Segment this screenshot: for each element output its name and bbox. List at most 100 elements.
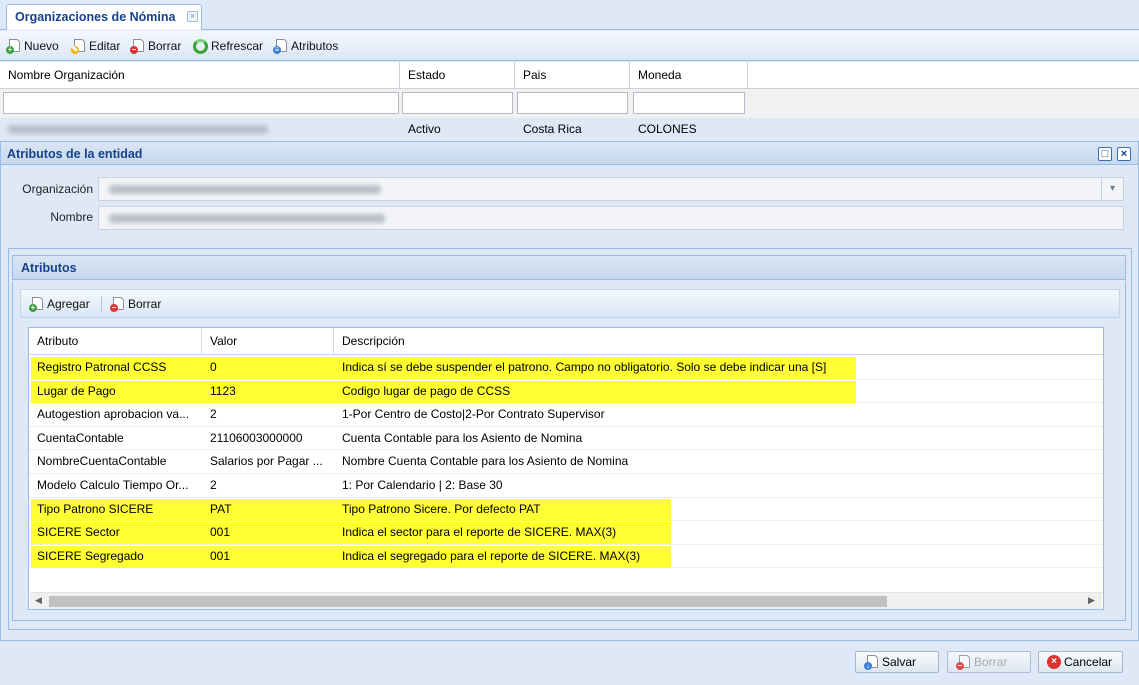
filter-nombre-input[interactable] bbox=[3, 92, 399, 114]
filter-estado-input[interactable] bbox=[402, 92, 513, 114]
cell-descripcion: Tipo Patrono Sicere. Por defecto PAT bbox=[342, 501, 541, 516]
salvar-button[interactable]: ↓ Salvar bbox=[855, 651, 939, 673]
cell-valor: 1123 bbox=[210, 383, 236, 398]
filter-pais-input[interactable] bbox=[517, 92, 628, 114]
cell-atributo: SICERE Sector bbox=[37, 525, 120, 540]
row-estado: Activo bbox=[408, 122, 441, 136]
editar-label: Editar bbox=[89, 39, 121, 53]
borrar-label: Borrar bbox=[148, 39, 182, 53]
tab-organizaciones[interactable]: Organizaciones de Nómina × bbox=[6, 4, 202, 30]
organizacion-label: Organización bbox=[22, 182, 93, 196]
cell-valor: 001 bbox=[210, 525, 231, 540]
horizontal-scrollbar[interactable]: ◀ ▶ bbox=[30, 592, 1102, 609]
nombre-field[interactable] bbox=[98, 206, 1124, 230]
cancelar-button[interactable]: × Cancelar bbox=[1038, 651, 1123, 673]
column-header-moneda[interactable]: Moneda bbox=[630, 62, 748, 89]
table-row[interactable]: Tipo Patrono SICERE PAT Tipo Patrono Sicer… bbox=[29, 498, 1103, 522]
borrar-footer-button[interactable]: – Borrar bbox=[947, 651, 1031, 673]
delete-doc-icon: – bbox=[110, 296, 125, 312]
new-doc-icon: + bbox=[6, 38, 21, 54]
nombre-label: Nombre bbox=[50, 210, 93, 224]
atributos-label: Atributos bbox=[291, 39, 339, 53]
borrar-button[interactable]: – Borrar bbox=[130, 37, 181, 55]
cell-descripcion: Nombre Cuenta Contable para los Asiento … bbox=[342, 454, 629, 469]
table-row[interactable]: Registro Patronal CCSS 0 Indica sí se debe… bbox=[29, 356, 1103, 380]
atributos-button[interactable]: ≡ Atributos bbox=[273, 37, 338, 55]
column-header-descripcion[interactable]: Descripción bbox=[334, 328, 1103, 355]
cell-atributo: SICERE Segregado bbox=[37, 548, 144, 563]
cell-valor: PAT bbox=[210, 501, 232, 516]
organizacion-select[interactable]: ▾ bbox=[98, 177, 1124, 201]
delete-doc-icon: – bbox=[130, 38, 145, 54]
attributes-icon: ≡ bbox=[273, 38, 288, 54]
table-row[interactable]: Modelo Calculo Tiempo Or... 2 1: Por Calen… bbox=[29, 474, 1103, 498]
filter-moneda-input[interactable] bbox=[633, 92, 745, 114]
cell-descripcion: Cuenta Contable para los Asiento de Nomi… bbox=[342, 430, 583, 445]
column-header-estado[interactable]: Estado bbox=[400, 62, 515, 89]
cell-atributo: Autogestion aprobacion va... bbox=[37, 407, 190, 422]
atributos-header: Atributos bbox=[12, 255, 1126, 280]
column-header-nombre[interactable]: Nombre Organización bbox=[0, 62, 400, 89]
cell-valor: 0 bbox=[210, 360, 217, 374]
add-doc-icon: + bbox=[29, 296, 44, 312]
table-row[interactable]: CuentaContable 21106003000000 Cuenta Conta… bbox=[29, 427, 1103, 451]
atributos-grid-header: Atributo Valor Descripción bbox=[29, 328, 1103, 355]
tab-strip: Organizaciones de Nómina × bbox=[0, 0, 1139, 30]
cell-atributo: Modelo Calculo Tiempo Or... bbox=[37, 478, 189, 492]
agregar-label: Agregar bbox=[47, 297, 90, 311]
scroll-left-icon[interactable]: ◀ bbox=[35, 595, 42, 606]
column-header-pais[interactable]: Pais bbox=[515, 62, 630, 89]
cell-valor: 2 bbox=[210, 407, 217, 422]
cell-atributo: Lugar de Pago bbox=[37, 383, 116, 398]
salvar-label: Salvar bbox=[882, 655, 917, 669]
cell-atributo: Registro Patronal CCSS bbox=[37, 360, 167, 374]
filter-row bbox=[0, 89, 1139, 118]
scrollbar-thumb[interactable] bbox=[49, 596, 887, 607]
borrar-footer-label: Borrar bbox=[974, 655, 1008, 669]
cancelar-label: Cancelar bbox=[1064, 655, 1113, 669]
atributos-toolbar: + Agregar – Borrar bbox=[20, 289, 1120, 318]
cell-valor: 2 bbox=[210, 478, 217, 492]
agregar-button[interactable]: + Agregar bbox=[29, 295, 90, 313]
table-row[interactable]: Autogestion aprobacion va... 2 1-Por Centr… bbox=[29, 403, 1103, 427]
nuevo-label: Nuevo bbox=[24, 39, 59, 53]
delete-doc-icon: – bbox=[956, 654, 971, 670]
cell-descripcion: Indica sí se debe suspender el patrono. … bbox=[342, 360, 827, 374]
close-panel-icon[interactable]: × bbox=[1117, 147, 1131, 161]
scroll-right-icon[interactable]: ▶ bbox=[1088, 595, 1095, 606]
panel-title: Atributos de la entidad bbox=[7, 147, 143, 161]
borrar-atributo-button[interactable]: – Borrar bbox=[110, 295, 161, 313]
editar-button[interactable]: ✎ Editar bbox=[71, 37, 120, 55]
nuevo-button[interactable]: + Nuevo bbox=[6, 37, 59, 55]
table-row[interactable]: Lugar de Pago 1123 Codigo lugar de pago de… bbox=[29, 380, 1103, 404]
organizations-grid-header: Nombre Organización Estado Pais Moneda bbox=[0, 62, 1139, 89]
chevron-down-icon[interactable]: ▾ bbox=[1101, 178, 1123, 200]
close-icon[interactable]: × bbox=[187, 11, 198, 22]
column-header-atributo[interactable]: Atributo bbox=[29, 328, 202, 355]
main-toolbar: + Nuevo ✎ Editar – Borrar Refrescar ≡ At… bbox=[0, 31, 1139, 61]
table-row[interactable]: Activo Costa Rica COLONES bbox=[0, 118, 740, 140]
cell-descripcion: 1-Por Centro de Costo|2-Por Contrato Sup… bbox=[342, 407, 605, 422]
cell-atributo: CuentaContable bbox=[37, 430, 124, 445]
table-row[interactable]: SICERE Segregado 001 Indica el segregado p… bbox=[29, 545, 1103, 569]
row-pais: Costa Rica bbox=[523, 122, 582, 136]
row-nombre-redacted bbox=[0, 118, 400, 140]
cell-valor: 21106003000000 bbox=[210, 430, 303, 445]
panel-header: Atributos de la entidad □ × bbox=[0, 141, 1139, 165]
refrescar-label: Refrescar bbox=[211, 39, 264, 53]
cell-valor: Salarios por Pagar ... bbox=[210, 454, 323, 469]
toolbar-separator bbox=[101, 296, 102, 312]
refrescar-button[interactable]: Refrescar bbox=[193, 37, 263, 55]
column-header-valor[interactable]: Valor bbox=[202, 328, 334, 355]
edit-doc-icon: ✎ bbox=[71, 38, 86, 54]
cell-descripcion: Indica el sector para el reporte de SICE… bbox=[342, 525, 617, 540]
table-row[interactable]: NombreCuentaContable Salarios por Pagar .… bbox=[29, 450, 1103, 474]
table-row[interactable]: SICERE Sector 001 Indica el sector para el… bbox=[29, 521, 1103, 545]
cell-descripcion: Indica el segregado para el reporte de S… bbox=[342, 548, 641, 563]
tab-label: Organizaciones de Nómina bbox=[15, 10, 176, 24]
atributos-grid: Atributo Valor Descripción Registro Patr… bbox=[28, 327, 1104, 610]
cell-atributo: NombreCuentaContable bbox=[37, 454, 167, 469]
cell-valor: 001 bbox=[210, 548, 231, 563]
maximize-icon[interactable]: □ bbox=[1098, 147, 1112, 161]
cell-descripcion: Codigo lugar de pago de CCSS bbox=[342, 383, 511, 398]
